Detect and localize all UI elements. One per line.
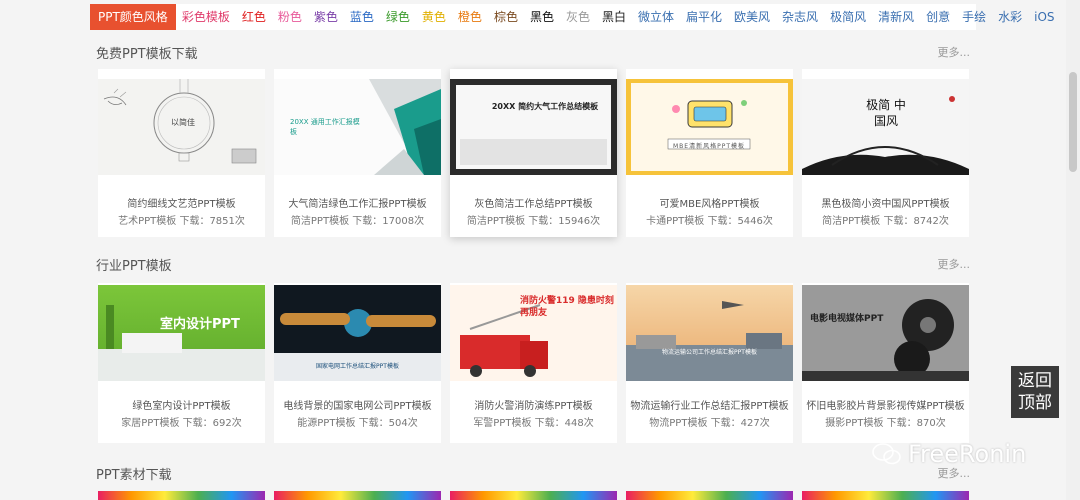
- template-card[interactable]: 电影电视媒体PPT 怀旧电影胶片背景影视传媒PPT模板 摄影PPT模板 下载：8…: [802, 283, 969, 443]
- thumbnail-text: 室内设计PPT: [160, 317, 240, 332]
- template-card[interactable]: 以简佳 简约细线文艺范PPT模板 艺术PPT模板 下载：7851次: [98, 69, 265, 237]
- template-meta: 简洁PPT模板 下载：17008次: [290, 216, 425, 227]
- thumbnail-text: 电影电视媒体PPT: [810, 314, 884, 324]
- color-filter-link[interactable]: 微立体: [632, 4, 680, 30]
- color-style-title[interactable]: PPT颜色风格: [90, 4, 176, 30]
- color-filter-link[interactable]: 清新风: [872, 4, 920, 30]
- template-thumbnail[interactable]: 极简 中国风: [802, 79, 969, 175]
- color-filter-link[interactable]: iOS: [1028, 4, 1060, 30]
- color-filter-link[interactable]: 红色: [236, 4, 272, 30]
- color-filter-link[interactable]: 欧美风: [728, 4, 776, 30]
- thumbnail-text: 以简佳: [171, 118, 195, 127]
- material-thumbnail[interactable]: [626, 491, 793, 500]
- section-header: 行业PPT模板 更多...: [90, 250, 976, 278]
- template-card[interactable]: 国家电网工作总结汇报PPT模板 电线背景的国家电网公司PPT模板 能源PPT模板…: [274, 283, 441, 443]
- section-title: 行业PPT模板: [96, 258, 172, 274]
- template-meta: 简洁PPT模板 下载：8742次: [822, 216, 949, 227]
- template-thumbnail[interactable]: MBE清新风格PPT模板: [626, 79, 793, 175]
- color-filter-link[interactable]: 创意: [920, 4, 956, 30]
- section-title: 免费PPT模板下载: [96, 46, 198, 62]
- scrollbar-thumb[interactable]: [1069, 72, 1077, 172]
- template-meta: 物流PPT模板 下载：427次: [649, 418, 770, 429]
- color-filter-link[interactable]: 水彩: [992, 4, 1028, 30]
- color-style-nav: PPT颜色风格 彩色模板 红色 粉色 紫色 蓝色 绿色 黄色 橙色 棕色 黑色 灰色 黑白 微立体 扁平化欧…: [90, 4, 1055, 30]
- thumbnail-text: 国家电网工作总结汇报PPT模板: [316, 363, 399, 370]
- template-name[interactable]: 简约细线文艺范PPT模板: [98, 195, 265, 210]
- color-filter-link[interactable]: 彩色模板: [176, 4, 236, 30]
- thumbnail-text: MBE清新风格PPT模板: [673, 143, 745, 150]
- material-thumbnail[interactable]: [274, 491, 441, 500]
- template-thumbnail[interactable]: 物流运输公司工作总结汇报PPT模板: [626, 285, 793, 381]
- card-row: 室内设计PPT 绿色室内设计PPT模板 家居PPT模板 下载：692次 国家电网…: [98, 283, 969, 443]
- template-thumbnail[interactable]: 国家电网工作总结汇报PPT模板: [274, 285, 441, 381]
- template-name[interactable]: 物流运输行业工作总结汇报PPT模板: [626, 397, 793, 412]
- color-filter-link[interactable]: 杂志风: [776, 4, 824, 30]
- template-thumbnail[interactable]: 电影电视媒体PPT: [802, 285, 969, 381]
- color-filter-link[interactable]: 扁平化: [680, 4, 728, 30]
- section-header: 免费PPT模板下载 更多...: [90, 38, 976, 66]
- more-link[interactable]: 更多...: [938, 256, 971, 272]
- template-meta: 摄影PPT模板 下载：870次: [825, 418, 946, 429]
- template-meta: 家居PPT模板 下载：692次: [121, 418, 242, 429]
- back-to-top-button[interactable]: 返回 顶部: [1011, 366, 1059, 418]
- template-card[interactable]: MBE清新风格PPT模板 可爱MBE风格PPT模板 卡通PPT模板 下载：544…: [626, 69, 793, 237]
- template-meta: 艺术PPT模板 下载：7851次: [118, 216, 245, 227]
- card-row: 以简佳 简约细线文艺范PPT模板 艺术PPT模板 下载：7851次 20XX 通…: [98, 69, 969, 237]
- thumbnail-text: 物流运输公司工作总结汇报PPT模板: [662, 349, 757, 356]
- template-meta: 卡通PPT模板 下载：5446次: [646, 216, 773, 227]
- color-filter-link[interactable]: 橙色: [452, 4, 488, 30]
- color-filter-link[interactable]: 粉色: [272, 4, 308, 30]
- back-to-top-line2: 顶部: [1018, 393, 1052, 413]
- template-card[interactable]: 物流运输公司工作总结汇报PPT模板 物流运输行业工作总结汇报PPT模板 物流PP…: [626, 283, 793, 443]
- thumbnail-text: 20XX 通用工作汇报模板: [290, 118, 360, 136]
- thumbnail-text: 极简 中国风: [866, 98, 906, 128]
- template-thumbnail[interactable]: 20XX 简约大气工作总结模板: [450, 79, 617, 175]
- color-filter-link[interactable]: 灰色: [560, 4, 596, 30]
- watermark: FreeRonin: [872, 440, 1026, 468]
- template-card[interactable]: 室内设计PPT 绿色室内设计PPT模板 家居PPT模板 下载：692次: [98, 283, 265, 443]
- template-card[interactable]: 20XX 简约大气工作总结模板 灰色简洁工作总结PPT模板 简洁PPT模板 下载…: [450, 69, 617, 237]
- color-filter-link[interactable]: 黄色: [416, 4, 452, 30]
- template-card[interactable]: 消防火警119 隐患时刻再朋友 消防火警消防演练PPT模板 军警PPT模板 下载…: [450, 283, 617, 443]
- template-meta: 能源PPT模板 下载：504次: [297, 418, 418, 429]
- thumbnail-text: 20XX 简约大气工作总结模板: [491, 102, 599, 111]
- scrollbar[interactable]: [1066, 0, 1080, 500]
- color-filter-link[interactable]: 紫色: [308, 4, 344, 30]
- template-name[interactable]: 绿色室内设计PPT模板: [98, 397, 265, 412]
- template-name[interactable]: 大气简洁绿色工作汇报PPT模板: [274, 195, 441, 210]
- color-filter-link[interactable]: 手绘: [956, 4, 992, 30]
- template-name[interactable]: 消防火警消防演练PPT模板: [450, 397, 617, 412]
- template-name[interactable]: 可爱MBE风格PPT模板: [626, 195, 793, 210]
- template-name[interactable]: 怀旧电影胶片背景影视传媒PPT模板: [802, 397, 969, 412]
- template-meta: 简洁PPT模板 下载：15946次: [466, 216, 601, 227]
- color-filter-link[interactable]: 蓝色: [344, 4, 380, 30]
- template-card[interactable]: 20XX 通用工作汇报模板 大气简洁绿色工作汇报PPT模板 简洁PPT模板 下载…: [274, 69, 441, 237]
- template-thumbnail[interactable]: 20XX 通用工作汇报模板: [274, 79, 441, 175]
- color-filter-link[interactable]: 绿色: [380, 4, 416, 30]
- section-title: PPT素材下载: [96, 467, 172, 483]
- template-meta: 军警PPT模板 下载：448次: [473, 418, 594, 429]
- color-filter-link[interactable]: 黑白: [596, 4, 632, 30]
- template-name[interactable]: 黑色极简小资中国风PPT模板: [802, 195, 969, 210]
- color-filter-link[interactable]: 黑色: [524, 4, 560, 30]
- thumbnail-text: 消防火警119 隐患时刻再朋友: [520, 296, 614, 318]
- material-thumbnail-strip: [98, 491, 969, 500]
- back-to-top-line1: 返回: [1018, 371, 1052, 391]
- material-thumbnail[interactable]: [98, 491, 265, 500]
- template-thumbnail[interactable]: 消防火警119 隐患时刻再朋友: [450, 285, 617, 381]
- page-content: PPT颜色风格 彩色模板 红色 粉色 紫色 蓝色 绿色 黄色 橙色 棕色 黑色 灰色 黑白 微立体 扁平化欧…: [90, 0, 1055, 500]
- wechat-icon: [872, 443, 901, 465]
- template-card[interactable]: 极简 中国风 黑色极简小资中国风PPT模板 简洁PPT模板 下载：8742次: [802, 69, 969, 237]
- template-thumbnail[interactable]: 以简佳: [98, 79, 265, 175]
- color-filter-link[interactable]: 极简风: [824, 4, 872, 30]
- watermark-text: FreeRonin: [908, 440, 1027, 468]
- template-name[interactable]: 电线背景的国家电网公司PPT模板: [274, 397, 441, 412]
- material-thumbnail[interactable]: [450, 491, 617, 500]
- template-thumbnail[interactable]: 室内设计PPT: [98, 285, 265, 381]
- color-filter-link[interactable]: 棕色: [488, 4, 524, 30]
- material-thumbnail[interactable]: [802, 491, 969, 500]
- section-header: PPT素材下载 更多...: [90, 459, 976, 487]
- more-link[interactable]: 更多...: [938, 44, 971, 60]
- template-name[interactable]: 灰色简洁工作总结PPT模板: [450, 195, 617, 210]
